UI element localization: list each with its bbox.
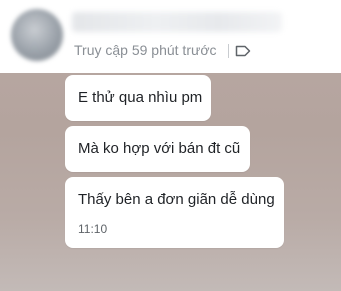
message-bubble[interactable]: Mà ko hợp với bán đt cũ [65, 126, 250, 172]
message-text: Thấy bên a đơn giãn dễ dùng [78, 191, 275, 208]
last-seen-status: Truy cập 59 phút trước [74, 42, 217, 58]
message-timestamp: 11:10 [78, 222, 108, 236]
message-bubble[interactable]: Thấy bên a đơn giãn dễ dùng 11:10 [65, 177, 284, 248]
message-text: Mà ko hợp với bán đt cũ [78, 140, 241, 157]
chat-header: Truy cập 59 phút trước [0, 0, 341, 73]
tag-icon[interactable] [235, 44, 251, 58]
message-bubble[interactable]: E thử qua nhìu pm [65, 75, 211, 121]
message-text: E thử qua nhìu pm [78, 89, 203, 106]
header-divider [228, 44, 229, 58]
avatar[interactable] [11, 9, 63, 61]
contact-name-redacted[interactable] [72, 12, 282, 32]
